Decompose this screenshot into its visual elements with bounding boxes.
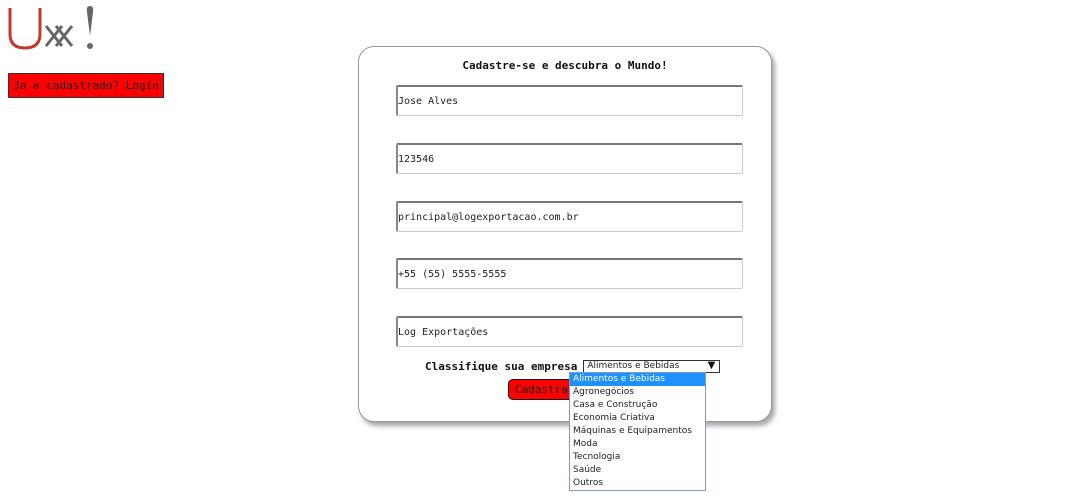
- company-category-select[interactable]: Alimentos e Bebidas ▼: [583, 359, 721, 373]
- email-field[interactable]: principal@logexportacao.com.br: [396, 201, 743, 232]
- dropdown-option[interactable]: Alimentos e Bebidas: [570, 373, 705, 386]
- ux-logo: [8, 6, 94, 50]
- dropdown-option[interactable]: Moda: [570, 438, 705, 451]
- phone-value: +55 (55) 5555-5555: [398, 268, 507, 280]
- category-dropdown-list: Alimentos e Bebidas Agronegócios Casa e …: [569, 372, 706, 491]
- company-field[interactable]: Log Exportações: [396, 316, 743, 347]
- email-value: principal@logexportacao.com.br: [398, 211, 579, 223]
- dropdown-option[interactable]: Saúde: [570, 464, 705, 477]
- id-field[interactable]: 123546: [396, 143, 743, 174]
- dropdown-option[interactable]: Economia Criativa: [570, 412, 705, 425]
- login-button[interactable]: Ja e cadastrado? Login: [8, 73, 164, 98]
- id-value: 123546: [398, 153, 435, 165]
- dropdown-arrow-icon: ▼: [707, 359, 716, 371]
- dropdown-option[interactable]: Outros: [570, 477, 705, 490]
- phone-field[interactable]: +55 (55) 5555-5555: [396, 258, 743, 289]
- dropdown-option[interactable]: Tecnologia: [570, 451, 705, 464]
- name-field[interactable]: Jose Alves: [396, 85, 743, 116]
- company-value: Log Exportações: [398, 326, 489, 338]
- signup-card: Cadastre-se e descubra o Mundo! Jose Alv…: [358, 46, 772, 422]
- form-title: Cadastre-se e descubra o Mundo!: [462, 59, 668, 72]
- dropdown-option[interactable]: Agronegócios: [570, 386, 705, 399]
- classify-label: Classifique sua empresa: [425, 359, 578, 373]
- select-value: Alimentos e Bebidas: [587, 361, 680, 371]
- dropdown-option[interactable]: Máquinas e Equipamentos: [570, 425, 705, 438]
- name-value: Jose Alves: [398, 95, 459, 107]
- dropdown-option[interactable]: Casa e Construção: [570, 399, 705, 412]
- classify-row: Classifique sua empresa Alimentos e Bebi…: [425, 359, 721, 373]
